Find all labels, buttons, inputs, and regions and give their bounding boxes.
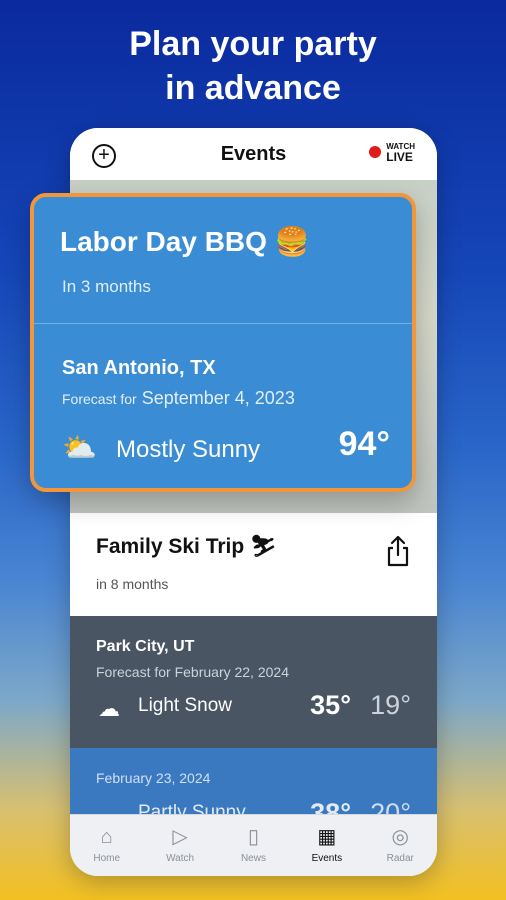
partly-sunny-icon: ⛅ bbox=[62, 432, 97, 463]
forecast-prefix: Forecast for bbox=[62, 391, 137, 407]
tab-events[interactable]: ▦ Events bbox=[297, 825, 357, 864]
event-when: in 8 months bbox=[96, 576, 169, 592]
home-icon: ⌂ bbox=[100, 826, 113, 848]
share-icon[interactable] bbox=[385, 535, 411, 567]
featured-forecast: Forecast for September 4, 2023 bbox=[62, 388, 295, 409]
tab-news[interactable]: ▯ News bbox=[223, 825, 283, 864]
forecast-high: 35° bbox=[310, 690, 351, 720]
tab-watch[interactable]: ▷ Watch bbox=[150, 825, 210, 864]
forecast-date: September 4, 2023 bbox=[141, 388, 295, 408]
forecast-day-1: Park City, UT Forecast for February 22, … bbox=[70, 616, 437, 748]
featured-when: In 3 months bbox=[62, 277, 151, 296]
forecast-date-2: February 23, 2024 bbox=[96, 770, 211, 786]
featured-title: Labor Day BBQ 🍔 bbox=[60, 226, 310, 257]
forecast-condition: Light Snow bbox=[138, 695, 233, 716]
featured-location: San Antonio, TX bbox=[62, 357, 216, 379]
forecast-date: Forecast for February 22, 2024 bbox=[96, 664, 289, 680]
add-event-button[interactable]: + bbox=[92, 144, 116, 168]
event-card-ski-trip[interactable]: Family Ski Trip ⛷ in 8 months bbox=[70, 513, 437, 616]
divider bbox=[34, 323, 412, 324]
featured-condition: Mostly Sunny bbox=[116, 436, 261, 463]
forecast-day-2: February 23, 2024 Partly Sunny 38° 20° bbox=[70, 748, 437, 828]
event-title: Family Ski Trip ⛷ bbox=[96, 535, 277, 558]
clapper-icon: ▦ bbox=[317, 826, 337, 848]
forecast-low: 19° bbox=[370, 690, 411, 720]
top-bar: + Events WATCH LIVE bbox=[70, 128, 437, 180]
live-dot-icon bbox=[369, 146, 382, 158]
tab-radar[interactable]: ◎ Radar bbox=[370, 825, 430, 864]
book-icon: ▯ bbox=[247, 826, 259, 848]
watch-live-button[interactable]: WATCH LIVE bbox=[369, 142, 415, 164]
bottom-tab-bar: ⌂ Home ▷ Watch ▯ News ▦ Events ◎ Radar bbox=[70, 814, 437, 876]
headline-line-1: Plan your party bbox=[129, 25, 377, 63]
live-label: LIVE bbox=[386, 150, 413, 164]
play-icon: ▷ bbox=[172, 826, 188, 848]
forecast-location: Park City, UT bbox=[96, 638, 195, 655]
featured-temperature: 94° bbox=[338, 425, 390, 463]
tab-home[interactable]: ⌂ Home bbox=[77, 825, 137, 864]
page-title: Events bbox=[220, 142, 287, 165]
headline-line-2: in advance bbox=[165, 69, 341, 107]
promo-headline: Plan your party in advance bbox=[0, 22, 506, 110]
featured-event-card[interactable]: Labor Day BBQ 🍔 In 3 months San Antonio,… bbox=[30, 193, 416, 492]
snow-cloud-icon: ☁ bbox=[98, 696, 120, 721]
radar-icon: ◎ bbox=[391, 826, 409, 848]
